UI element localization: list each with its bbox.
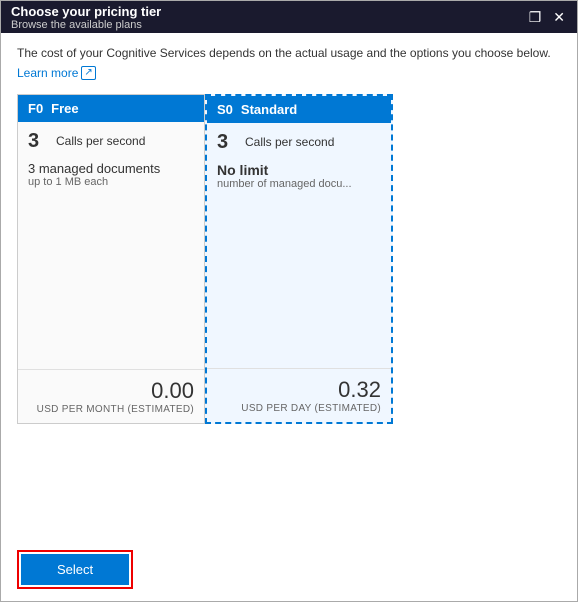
window-title: Choose your pricing tier: [11, 4, 161, 19]
no-limit-sub-s0: number of managed docu...: [217, 178, 381, 190]
info-description: The cost of your Cognitive Services depe…: [17, 45, 561, 62]
price-unit-s0: USD PER DAY (ESTIMATED): [217, 403, 381, 414]
window-body: The cost of your Cognitive Services depe…: [1, 33, 577, 601]
price-amount-f0: 0.00: [28, 378, 194, 404]
learn-more-link[interactable]: Learn more ↗: [17, 66, 561, 80]
select-button-wrapper: Select: [17, 550, 133, 589]
restore-button[interactable]: ❐: [527, 10, 544, 24]
calls-row-s0: 3 Calls per second: [217, 131, 381, 154]
tier-body-f0: 3 Calls per second 3 managed documents u…: [18, 122, 204, 369]
tier-header-s0: S0 Standard: [207, 96, 391, 123]
calls-number-f0: 3: [28, 130, 48, 153]
title-bar-controls: ❐ ✕: [527, 10, 567, 24]
tier-name-s0: Standard: [241, 102, 297, 117]
calls-label-s0: Calls per second: [245, 135, 334, 149]
tier-card-s0[interactable]: S0 Standard 3 Calls per second No limit …: [205, 94, 393, 424]
calls-row-f0: 3 Calls per second: [28, 130, 194, 153]
tier-footer-f0: 0.00 USD PER MONTH (ESTIMATED): [18, 369, 204, 423]
title-bar-left: Choose your pricing tier Browse the avai…: [11, 4, 161, 31]
tiers-container: F0 Free 3 Calls per second 3 managed doc…: [17, 94, 561, 424]
docs-sub-f0: up to 1 MB each: [28, 176, 194, 188]
tier-card-f0[interactable]: F0 Free 3 Calls per second 3 managed doc…: [17, 94, 205, 424]
title-bar: Choose your pricing tier Browse the avai…: [1, 1, 577, 33]
price-unit-f0: USD PER MONTH (ESTIMATED): [28, 404, 194, 415]
calls-number-s0: 3: [217, 131, 237, 154]
tier-name-f0: Free: [51, 101, 78, 116]
calls-label-f0: Calls per second: [56, 134, 145, 148]
docs-main-f0: 3 managed documents: [28, 161, 194, 176]
window-subtitle: Browse the available plans: [11, 19, 161, 31]
tier-footer-s0: 0.32 USD PER DAY (ESTIMATED): [207, 368, 391, 422]
price-amount-s0: 0.32: [217, 377, 381, 403]
tier-code-s0: S0: [217, 102, 233, 117]
tier-header-f0: F0 Free: [18, 95, 204, 122]
select-button[interactable]: Select: [21, 554, 129, 585]
close-button[interactable]: ✕: [551, 10, 567, 24]
external-link-icon: ↗: [81, 66, 95, 80]
tier-code-f0: F0: [28, 101, 43, 116]
tier-body-s0: 3 Calls per second No limit number of ma…: [207, 123, 391, 368]
learn-more-label: Learn more: [17, 66, 78, 80]
bottom-section: Select: [17, 538, 561, 589]
no-limit-s0: No limit: [217, 162, 381, 178]
pricing-tier-window: Choose your pricing tier Browse the avai…: [0, 0, 578, 602]
